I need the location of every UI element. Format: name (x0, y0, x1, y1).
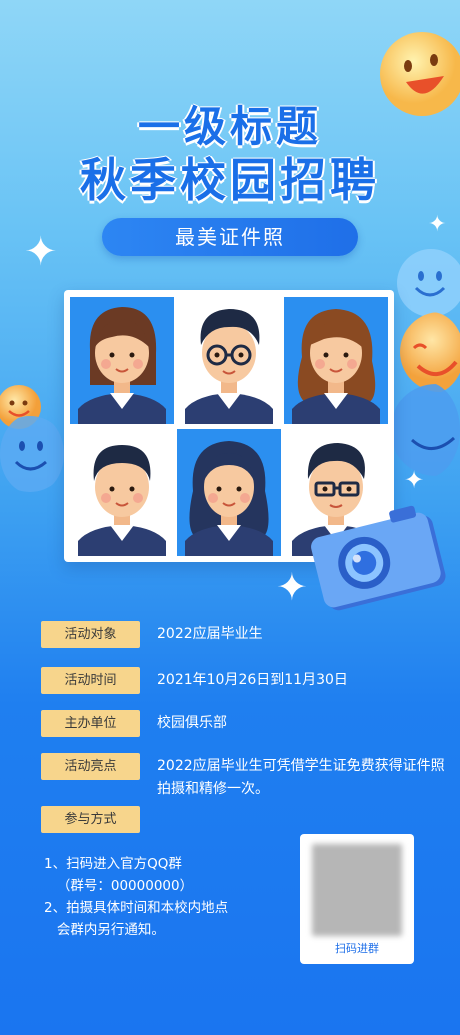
subtitle-pill: 最美证件照 (102, 218, 358, 256)
info-value-organizer: 校园俱乐部 (157, 715, 227, 731)
info-label-organizer: 主办单位 (41, 710, 140, 737)
qr-code-image (312, 844, 402, 936)
sparkle-icon: ✦ (428, 212, 447, 237)
portrait-girl-long-hair-icon (284, 297, 388, 424)
info-value-time: 2021年10月26日到11月30日 (157, 672, 348, 688)
sparkle-icon: ✦ (276, 565, 308, 609)
info-label-participation: 参与方式 (41, 806, 140, 833)
info-label-target: 活动对象 (41, 621, 140, 648)
qr-code-card[interactable]: 扫码进群 (300, 834, 414, 964)
portrait-girl-short-hair-icon (70, 297, 174, 424)
portrait-boy-short-hair-icon (70, 429, 174, 556)
portrait-boy-glasses-icon (177, 297, 281, 424)
sparkle-icon: ✦ (24, 229, 58, 275)
sparkle-icon: ✦ (404, 466, 425, 494)
portrait-girl-dark-long-hair-icon (177, 429, 281, 556)
smiley-bubble-left-blue-icon (0, 416, 64, 492)
info-value-highlight: 2022应届毕业生可凭借学生证免费获得证件照拍摄和精修一次。 (157, 758, 445, 797)
poster: ✦ ✦ ✦ ✦ 一级标题 秋季校园招聘 最美证件照 活动对象 2022应届毕业生… (0, 0, 460, 1035)
participation-steps: 1、扫码进入官方QQ群 （群号：00000000） 2、拍摄具体时间和本校内地点… (44, 856, 229, 938)
info-value-target: 2022应届毕业生 (157, 626, 263, 642)
qr-caption: 扫码进群 (335, 942, 379, 955)
camera-icon (311, 505, 446, 611)
title-line2: 秋季校园招聘 (80, 153, 380, 207)
smiley-bubble-right-icon (397, 249, 460, 317)
info-label-highlight: 活动亮点 (41, 753, 140, 780)
info-label-time: 活动时间 (41, 667, 140, 694)
smiley-bubble-blue-right-icon (392, 384, 460, 476)
